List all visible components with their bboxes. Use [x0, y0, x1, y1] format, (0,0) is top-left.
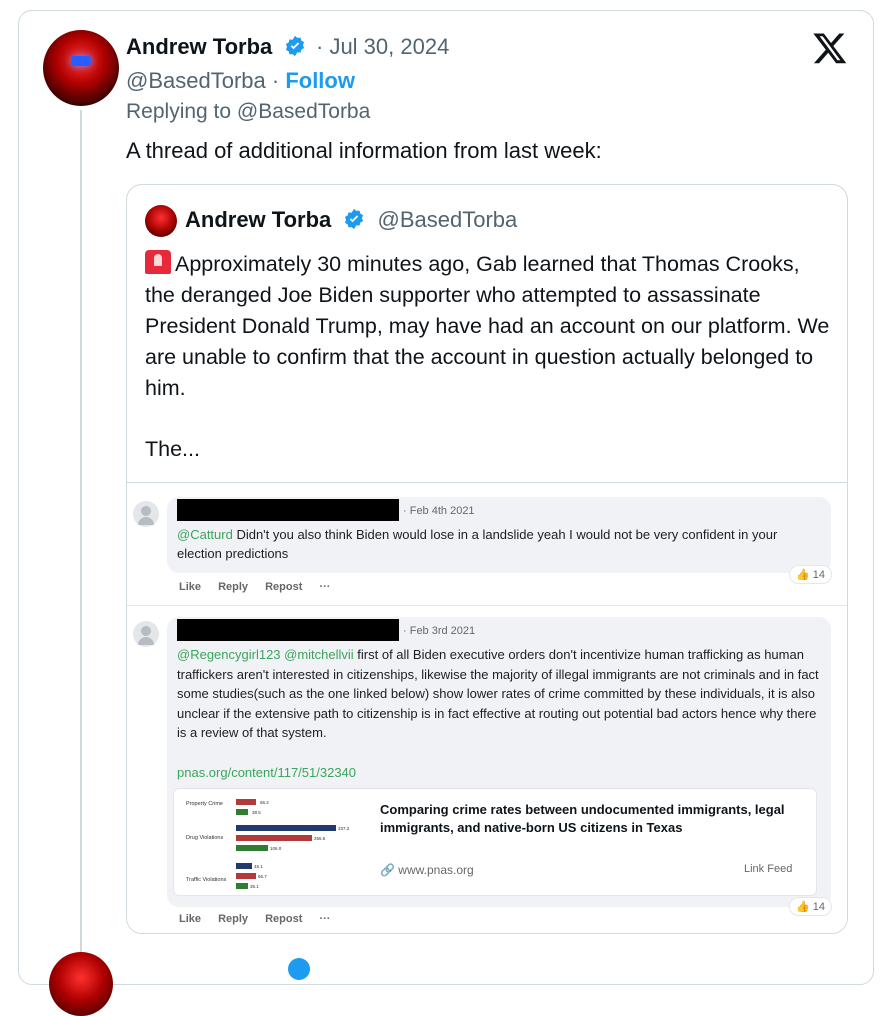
chart-category-label: Property Crime	[186, 801, 223, 807]
chart-value: 106.0	[270, 846, 282, 851]
author-name[interactable]: Andrew Torba	[126, 34, 272, 59]
preview-chart: Property Crime 66.2 38.5 Drug Violations…	[180, 795, 356, 891]
like-count-badge: 👍 14	[789, 897, 833, 916]
redacted-username	[177, 619, 399, 641]
comment-date: · Feb 3rd 2021	[403, 625, 476, 637]
reply-action: Reply	[218, 581, 249, 593]
comment-link: pnas.org/content/117/51/32340	[177, 765, 357, 780]
verified-badge-icon	[288, 958, 310, 980]
chart-value: 66.7	[258, 874, 267, 879]
thumbs-up-icon: 👍	[796, 569, 810, 581]
chart-value: 255.6	[314, 836, 326, 841]
commenter-avatar	[133, 621, 159, 647]
chart-value: 38.5	[252, 810, 261, 815]
comment-mention: @Regencygirl123 @mitchellvii	[177, 647, 354, 662]
like-action: Like	[179, 913, 202, 925]
link-preview: Property Crime 66.2 38.5 Drug Violations…	[173, 788, 817, 896]
post-date[interactable]: · Jul 30, 2024	[316, 34, 449, 60]
like-count-badge: 👍 14	[789, 565, 833, 584]
like-action: Like	[179, 581, 202, 593]
comment-date: · Feb 4th 2021	[403, 505, 475, 517]
quoted-truncated-text: The...	[145, 437, 200, 461]
chart-bar	[236, 809, 248, 815]
chart-bar	[236, 799, 256, 805]
comment-actions: Like Reply Repost ···	[179, 913, 344, 925]
comment-mention: @Catturd	[177, 527, 233, 542]
separator-dot: ·	[265, 68, 286, 93]
thumbs-up-icon: 👍	[796, 901, 810, 913]
next-post-avatar[interactable]	[49, 952, 113, 1016]
police-siren-icon	[145, 250, 171, 274]
quoted-author-name: Andrew Torba	[185, 207, 332, 232]
preview-site: 🔗 www.pnas.org	[380, 863, 474, 877]
chart-value: 66.2	[260, 800, 269, 805]
quoted-author-row: Andrew Torba @BasedTorba	[185, 207, 517, 236]
comment-actions: Like Reply Repost ···	[179, 581, 344, 593]
chart-category-label: Traffic Violations	[186, 877, 227, 883]
comment-separator	[127, 605, 847, 606]
quoted-text: Approximately 30 minutes ago, Gab learne…	[145, 252, 830, 400]
follow-button[interactable]: Follow	[285, 68, 355, 93]
verified-badge-icon	[284, 35, 306, 63]
quoted-post[interactable]: Andrew Torba @BasedTorba Approximately 3…	[126, 184, 848, 934]
commenter-avatar	[133, 501, 159, 527]
comment-text: @Catturd Didn't you also think Biden wou…	[177, 525, 817, 563]
author-name-row[interactable]: Andrew Torba	[126, 34, 306, 63]
author-handle[interactable]: @BasedTorba	[126, 68, 266, 93]
chart-value: 38.1	[250, 884, 259, 889]
more-action: ···	[319, 913, 331, 925]
chart-bar	[236, 883, 248, 889]
x-logo-icon[interactable]	[812, 30, 848, 66]
preview-site-name: www.pnas.org	[398, 863, 474, 877]
link-icon: 🔗	[380, 863, 395, 877]
author-handle-row: @BasedTorba · Follow	[126, 68, 355, 94]
comment-text: @Regencygirl123 @mitchellvii first of al…	[177, 645, 823, 743]
quoted-text-block: Approximately 30 minutes ago, Gab learne…	[145, 249, 835, 404]
chart-bar	[236, 825, 336, 831]
repost-action: Repost	[265, 581, 303, 593]
chart-bar	[236, 873, 256, 879]
chart-bar	[236, 863, 252, 869]
more-action: ···	[319, 581, 331, 593]
like-count: 14	[812, 901, 826, 913]
preview-title: Comparing crime rates between undocument…	[380, 802, 785, 835]
redacted-username	[177, 499, 399, 521]
chart-value: 45.1	[254, 864, 263, 869]
repost-action: Repost	[265, 913, 303, 925]
like-count: 14	[812, 569, 826, 581]
quoted-author-avatar	[145, 205, 177, 237]
replying-to[interactable]: Replying to @BasedTorba	[126, 100, 370, 124]
chart-bar	[236, 835, 312, 841]
thread-line	[80, 110, 82, 952]
author-avatar[interactable]	[43, 30, 119, 106]
verified-badge-icon	[343, 208, 365, 236]
chart-bar	[236, 845, 268, 851]
reply-action: Reply	[218, 913, 249, 925]
preview-feed-label: Link Feed	[744, 863, 793, 875]
chart-category-label: Drug Violations	[186, 835, 224, 841]
chart-value: 337.2	[338, 826, 350, 831]
attached-screenshot[interactable]: · Feb 4th 2021 @Catturd Didn't you also …	[127, 482, 847, 933]
quoted-author-handle: @BasedTorba	[377, 207, 518, 232]
comment-body: Didn't you also think Biden would lose i…	[177, 527, 778, 561]
tweet-text: A thread of additional information from …	[126, 138, 602, 163]
